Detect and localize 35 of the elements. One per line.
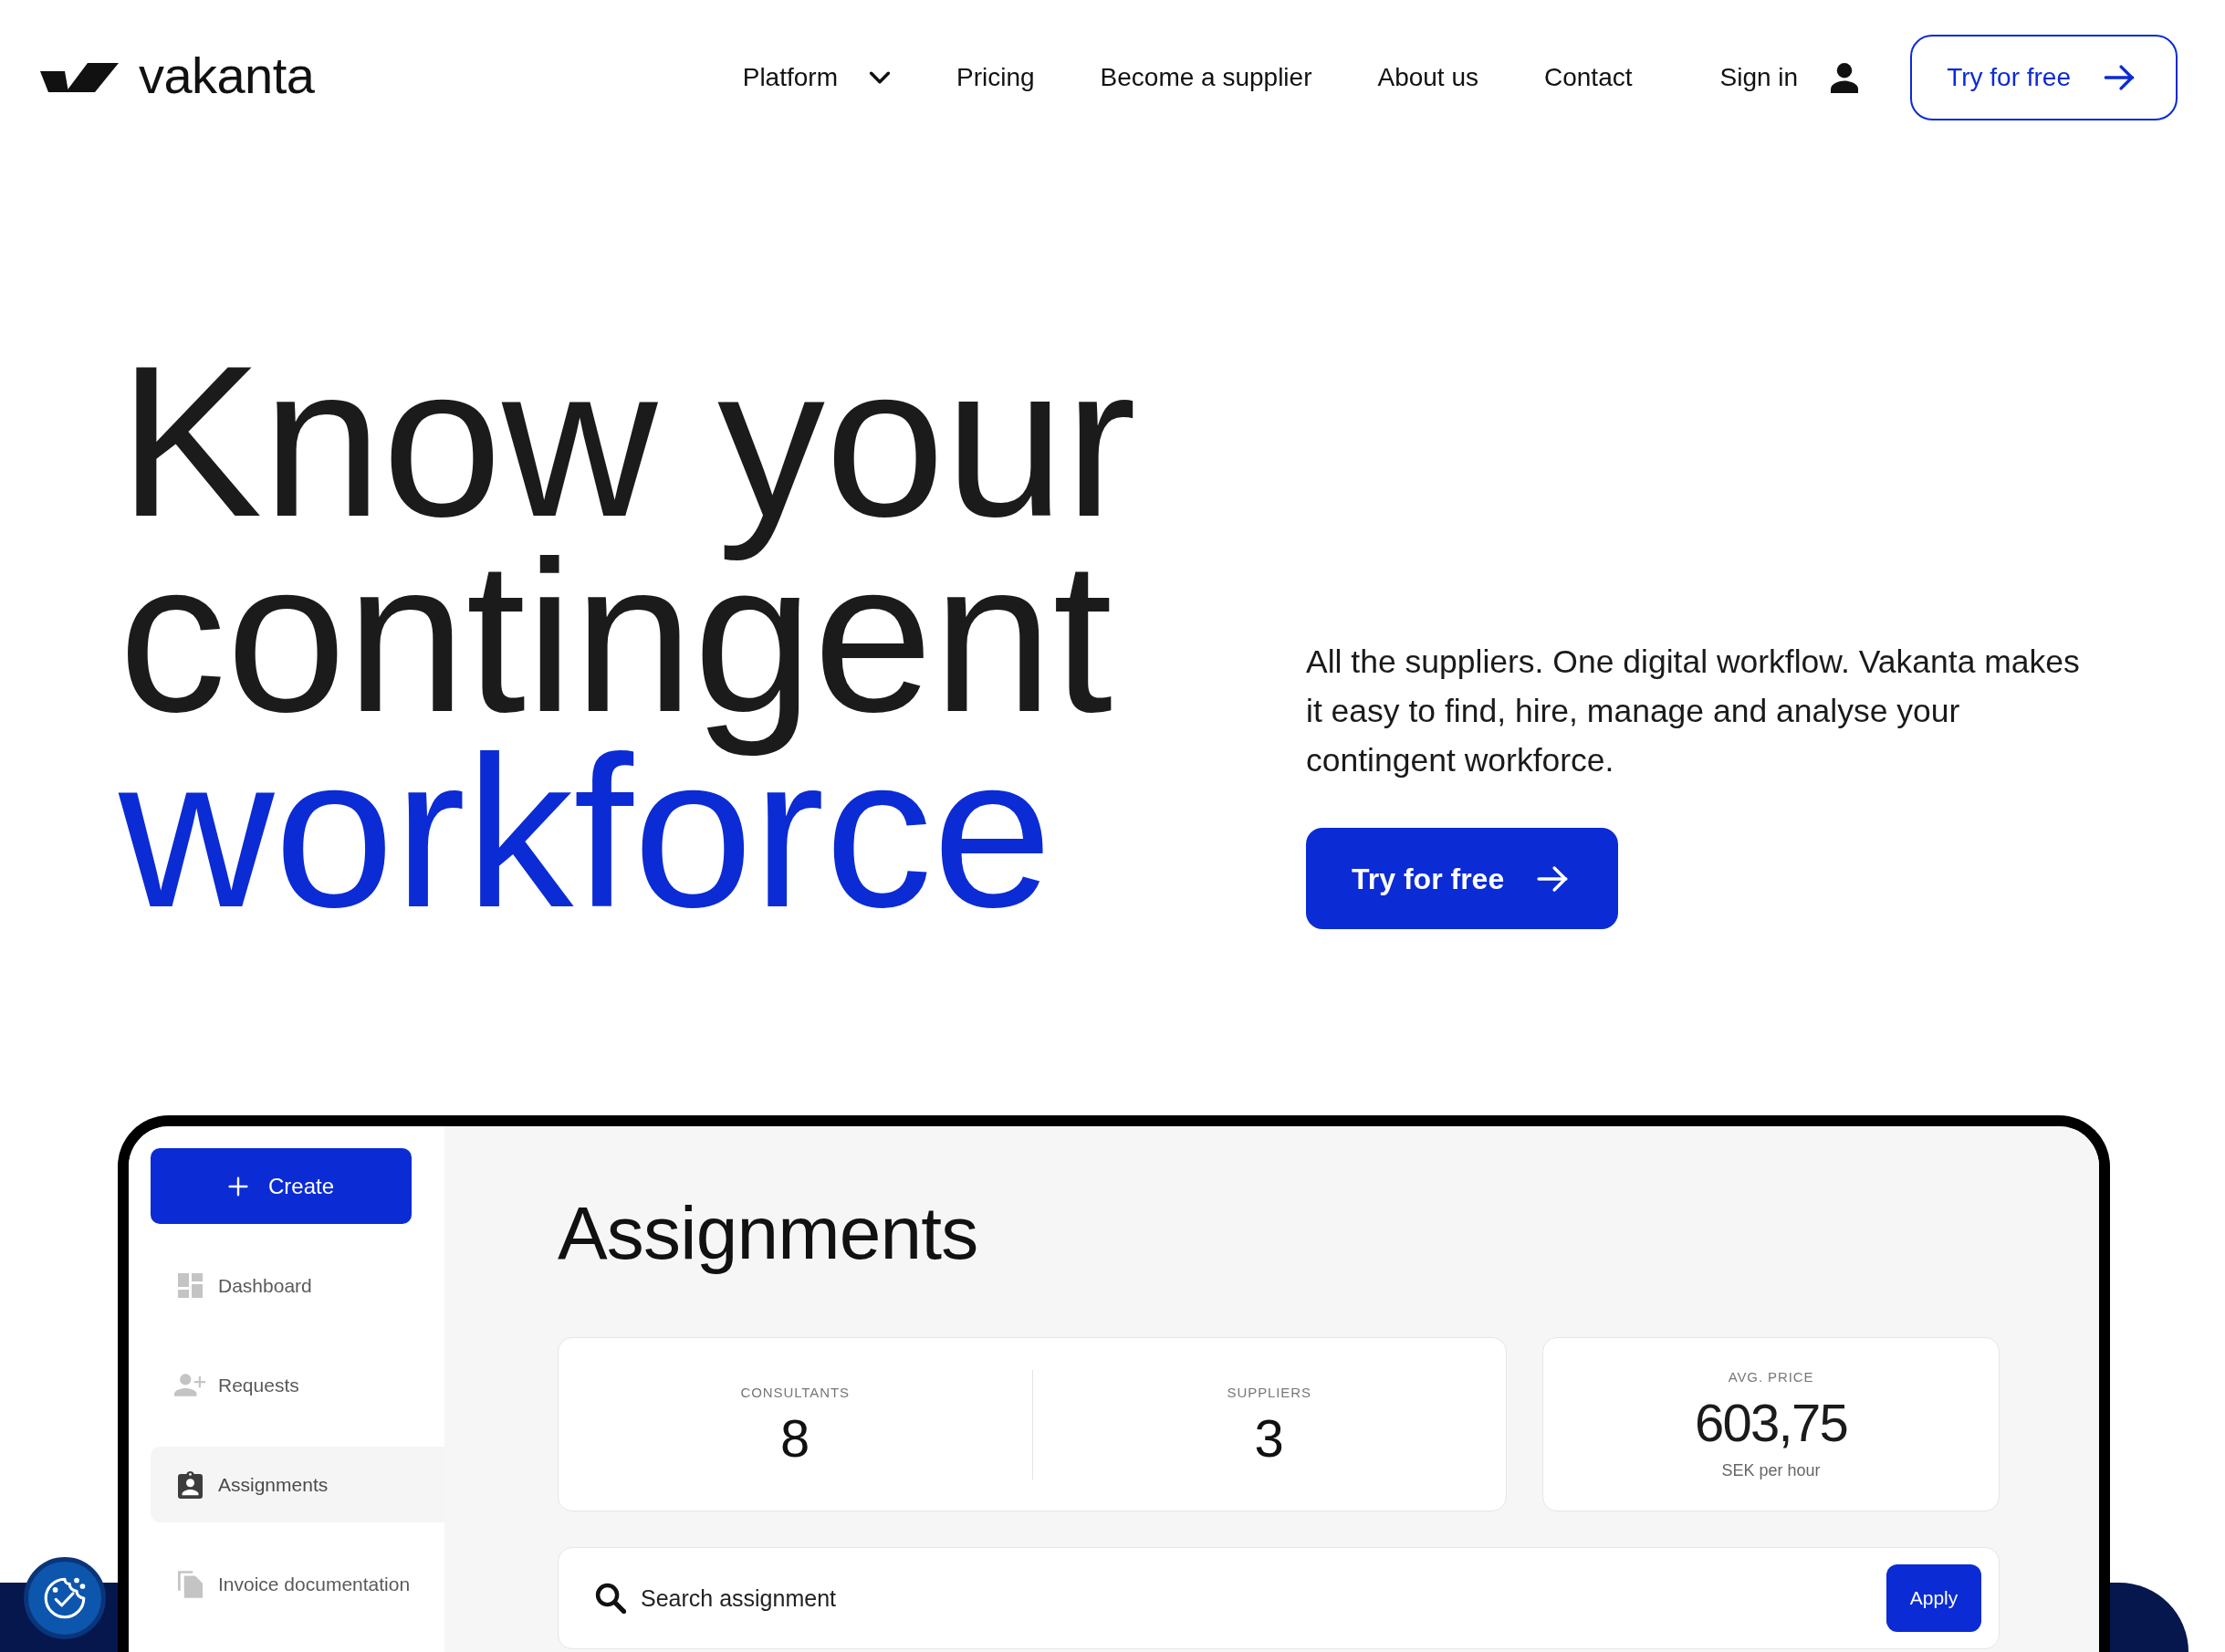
stat-label: AVG. PRICE bbox=[1728, 1368, 1814, 1385]
arrow-right-icon bbox=[1537, 864, 1569, 893]
arrow-right-icon bbox=[2104, 65, 2135, 90]
id-badge-icon bbox=[177, 1470, 203, 1499]
stat-label: CONSULTANTS bbox=[740, 1384, 850, 1401]
nav-link[interactable]: Contact bbox=[1544, 58, 1633, 97]
try-free-button[interactable]: Try for free bbox=[1910, 35, 2178, 120]
hero-description: All the suppliers. One digital workflow. Vakanta makes it easy to find, hire, manage and analyse your contingent workforce. bbox=[1306, 643, 2081, 780]
nav-link[interactable]: Pricing bbox=[956, 58, 1035, 97]
search-input[interactable]: Search assignment bbox=[641, 1580, 1872, 1616]
apply-button[interactable]: Apply bbox=[1886, 1564, 1981, 1632]
stat-label: SUPPLIERS bbox=[1227, 1384, 1311, 1401]
stat-unit: SEK per hour bbox=[1721, 1459, 1821, 1480]
hero-headline: Know your contingent workforce bbox=[119, 343, 1137, 929]
documents-icon bbox=[177, 1570, 203, 1598]
nav-dropdown[interactable]: Platform bbox=[742, 58, 891, 97]
stat-value: 8 bbox=[780, 1411, 810, 1465]
person-add-icon bbox=[174, 1374, 205, 1396]
plus-icon bbox=[227, 1176, 248, 1197]
stat-value: 3 bbox=[1254, 1411, 1284, 1465]
sidebar-item[interactable]: Assignments bbox=[151, 1447, 444, 1522]
logo-icon bbox=[40, 63, 119, 92]
nav-link[interactable]: Become a supplier bbox=[1100, 58, 1312, 97]
user-icon[interactable] bbox=[1831, 62, 1859, 93]
stat-value: 603,75 bbox=[1695, 1396, 1847, 1449]
nav-link[interactable]: About us bbox=[1377, 58, 1478, 97]
chevron-down-icon bbox=[868, 71, 891, 84]
logo-text: vakanta bbox=[139, 50, 315, 105]
grid-icon bbox=[177, 1273, 203, 1298]
sign-in-link[interactable]: Sign in bbox=[1719, 58, 1799, 97]
search-field[interactable]: Search assignment Apply bbox=[558, 1547, 2000, 1649]
search-icon bbox=[595, 1583, 626, 1614]
try-free-button[interactable]: Try for free bbox=[1306, 828, 1619, 929]
logo-link[interactable]: vakanta bbox=[40, 50, 315, 105]
create-button[interactable]: Create bbox=[151, 1148, 412, 1224]
